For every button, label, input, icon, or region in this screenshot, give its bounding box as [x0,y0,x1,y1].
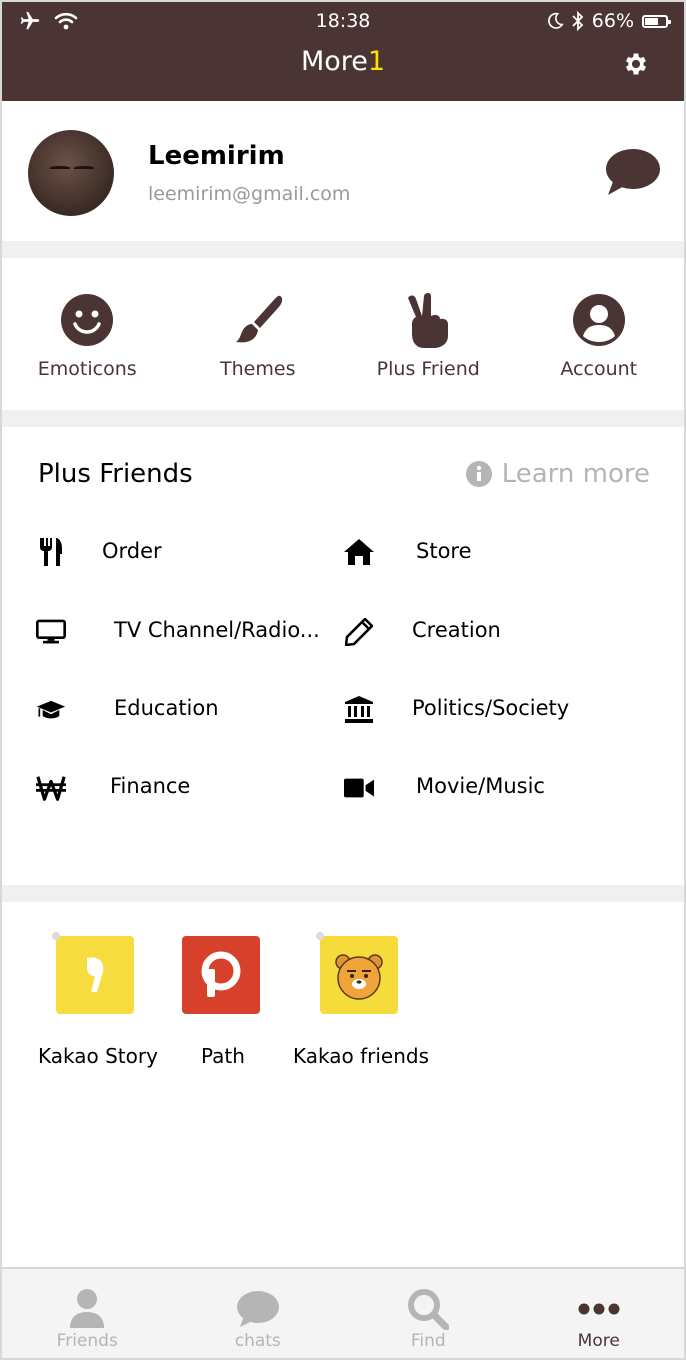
status-right: 66% [546,10,671,32]
user-circle-icon [572,294,625,346]
nav-more[interactable]: More [514,1269,685,1358]
nav-label: More [577,1331,620,1351]
category-politics[interactable]: Politics/Society [344,695,569,725]
app-label: Kakao friends [293,1044,430,1068]
category-tv-radio[interactable]: TV Channel/Radio... [36,617,320,647]
utensils-icon [40,538,62,566]
category-label: Store [416,539,472,563]
category-order[interactable]: Order [36,537,162,567]
won-icon [36,776,66,801]
search-icon [408,1289,450,1330]
person-icon [70,1289,105,1328]
category-label: Order [102,539,162,563]
kakao-story-icon [52,932,134,1014]
kakao-friends-icon [316,932,398,1014]
category-store[interactable]: Store [344,537,472,567]
bottom-nav: Friends chats Find More [2,1267,684,1358]
profile-card[interactable]: Leemirim leemirim@gmail.com [2,101,684,241]
section-title: Plus Friends [38,459,193,489]
pencil-icon [345,618,373,646]
nav-label: Find [410,1331,446,1351]
section-divider [2,410,684,427]
tile-themes[interactable]: Themes [173,258,344,410]
home-icon [344,539,374,565]
category-label: TV Channel/Radio... [114,618,320,642]
tile-plus-friend[interactable]: Plus Friend [343,258,514,410]
nav-chats[interactable]: chats [173,1269,344,1358]
notification-badge: 1 [367,46,386,77]
battery-icon [642,14,671,28]
tile-label: Emoticons [37,358,137,380]
category-label: Creation [412,618,501,642]
more-dots-icon [578,1303,620,1315]
avatar-detail [50,166,70,170]
nav-label: Friends [56,1331,118,1351]
profile-name: Leemirim [148,141,285,171]
smile-icon [61,294,114,346]
app-label: Kakao Story [38,1044,158,1068]
path-icon [182,936,260,1014]
category-education[interactable]: Education [36,695,219,725]
brush-icon [235,295,282,343]
tile-label: Account [560,358,638,380]
profile-email: leemirim@gmail.com [148,183,351,205]
tile-emoticons[interactable]: Emoticons [2,258,173,410]
section-divider [2,241,684,258]
plus-friends-section: Plus Friends Learn more Order Store TV C… [2,427,684,885]
tile-label: Themes [220,358,296,380]
page-title-text: More [300,46,368,77]
monitor-icon [36,619,66,644]
quick-tiles: Emoticons Themes Plus Friend Account [2,258,684,410]
nav-find[interactable]: Find [343,1269,514,1358]
nav-label: chats [234,1331,281,1351]
category-label: Politics/Society [412,696,570,720]
nav-friends[interactable]: Friends [2,1269,173,1358]
category-label: Finance [110,774,191,798]
tile-account[interactable]: Account [514,258,685,410]
battery-percent: 66% [591,10,634,32]
page-title: More1 [2,46,684,77]
graduation-cap-icon [36,700,66,719]
video-camera-icon [344,778,374,798]
peace-hand-icon [408,293,449,348]
bank-icon [345,696,373,723]
top-bar: 18:38 66% More1 [2,2,684,101]
category-creation[interactable]: Creation [344,617,501,647]
app-kakao-friends[interactable]: Kakao friends [293,932,429,1068]
battery-level [645,17,659,25]
category-label: Education [114,696,219,720]
app-kakao-story[interactable]: Kakao Story [38,932,158,1068]
learn-more-link[interactable]: Learn more [465,459,650,489]
chat-icon [236,1291,279,1327]
category-label: Movie/Music [416,774,545,798]
category-finance[interactable]: Finance [36,773,190,803]
category-movie-music[interactable]: Movie/Music [344,773,545,803]
avatar[interactable] [28,130,114,216]
app-frame: 18:38 66% More1 Leemirim leemirim@gmail.… [0,0,686,1360]
apps-section: Kakao Story Path Kakao friends [2,902,684,1268]
moon-icon [547,12,564,29]
learn-more-label: Learn more [501,459,650,489]
app-label: Path [201,1044,245,1068]
info-icon [465,461,492,487]
bluetooth-icon [572,11,584,31]
chat-icon[interactable] [604,147,660,197]
tile-label: Plus Friend [376,358,480,380]
gear-icon[interactable] [622,50,650,78]
app-path[interactable]: Path [182,936,260,1068]
section-divider [2,885,684,902]
avatar-detail [74,166,94,170]
